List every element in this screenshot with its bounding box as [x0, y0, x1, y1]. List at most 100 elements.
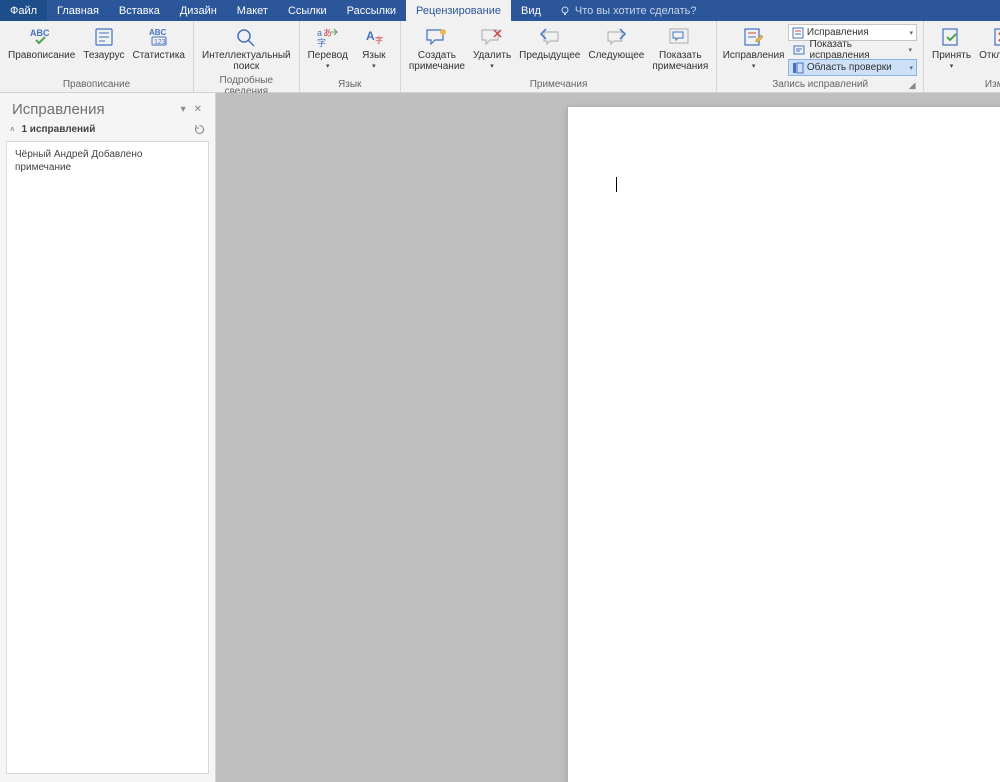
prev-comment-icon [534, 25, 566, 49]
group-tracking-label: Запись исправлений ◢ [721, 78, 919, 92]
group-insights: Интеллектуальный поиск Подробные сведени… [194, 21, 300, 92]
show-markup-button[interactable]: Показать исправления ▾ [788, 42, 917, 58]
chevron-down-icon: ▾ [910, 64, 914, 72]
delete-comment-label: Удалить [473, 50, 511, 61]
reject-icon [988, 25, 1000, 49]
thesaurus-icon [88, 25, 120, 49]
new-comment-button[interactable]: Создать примечание [405, 23, 469, 74]
svg-text:字: 字 [375, 35, 383, 45]
spelling-button[interactable]: ABC Правописание [4, 23, 79, 63]
accept-button[interactable]: Принять ▾ [928, 23, 975, 72]
tab-file[interactable]: Файл [0, 0, 47, 21]
svg-text:ABC: ABC [149, 28, 167, 37]
group-changes-label: Изменения [928, 78, 1000, 92]
tab-home[interactable]: Главная [47, 0, 109, 21]
group-comments: Создать примечание Удалить ▾ Предыдущее [401, 21, 717, 92]
chevron-down-icon: ▾ [910, 29, 914, 37]
ribbon-tabstrip: Файл Главная Вставка Дизайн Макет Ссылки… [0, 0, 1000, 21]
dropdown-arrow-icon: ▾ [752, 62, 756, 70]
revisions-pane-title: Исправления [12, 101, 105, 118]
tab-review[interactable]: Рецензирование [406, 0, 511, 21]
word-count-label: Статистика [132, 50, 185, 61]
tab-layout[interactable]: Макет [227, 0, 278, 21]
group-changes: Принять ▾ Отклонить ▾ Назад [924, 21, 1000, 92]
accept-label: Принять [932, 50, 971, 61]
group-tracking: Исправления ▾ Исправления ▾ [717, 21, 924, 92]
new-comment-icon [421, 25, 453, 49]
dropdown-arrow-icon: ▾ [326, 62, 330, 70]
revisions-count-label: 1 исправлений [21, 124, 95, 135]
next-comment-button[interactable]: Следующее [584, 23, 648, 63]
pane-menu-button[interactable]: ▾ [178, 103, 189, 116]
dropdown-arrow-icon: ▾ [372, 62, 376, 70]
dropdown-arrow-icon: ▾ [950, 62, 954, 70]
text-cursor [616, 177, 617, 192]
workspace: Исправления ▾ ✕ ˄ 1 исправлений Чёрный А… [0, 93, 1000, 782]
show-comments-label: Показать примечания [652, 50, 708, 72]
reject-button[interactable]: Отклонить ▾ [975, 23, 1000, 72]
track-changes-label: Исправления [723, 50, 785, 61]
svg-text:あ: あ [323, 28, 332, 38]
language-icon: A字 [358, 25, 390, 49]
tab-design[interactable]: Дизайн [170, 0, 227, 21]
language-label: Язык [362, 50, 385, 61]
reviewing-pane-label: Область проверки [807, 62, 892, 73]
tab-insert[interactable]: Вставка [109, 0, 170, 21]
show-markup-icon [793, 44, 806, 56]
next-comment-icon [600, 25, 632, 49]
show-comments-button[interactable]: Показать примечания [648, 23, 712, 74]
svg-text:ABC: ABC [30, 28, 50, 38]
document-area[interactable] [216, 93, 1000, 782]
tab-mailings[interactable]: Рассылки [337, 0, 406, 21]
spelling-label: Правописание [8, 50, 75, 61]
group-proofing: ABC Правописание Тезаурус ABC 123 Статист… [0, 21, 194, 92]
delete-comment-button[interactable]: Удалить ▾ [469, 23, 515, 72]
svg-text:a: a [317, 28, 322, 38]
smart-lookup-label: Интеллектуальный поиск [202, 50, 291, 72]
spelling-icon: ABC [26, 25, 58, 49]
chevron-down-icon: ▾ [909, 46, 913, 54]
tab-view[interactable]: Вид [511, 0, 551, 21]
track-changes-button[interactable]: Исправления ▾ [721, 23, 786, 72]
new-comment-label: Создать примечание [409, 50, 465, 72]
ribbon: ABC Правописание Тезаурус ABC 123 Статист… [0, 21, 1000, 93]
reviewing-pane-icon [792, 62, 804, 74]
group-proofing-label: Правописание [4, 78, 189, 92]
pane-close-button[interactable]: ✕ [191, 103, 205, 116]
translate-icon: aあ字 [312, 25, 344, 49]
markup-icon [792, 27, 804, 39]
prev-comment-label: Предыдущее [519, 50, 580, 61]
delete-comment-icon [476, 25, 508, 49]
group-language: aあ字 Перевод ▾ A字 Язык ▾ Язык [300, 21, 401, 92]
refresh-button[interactable] [194, 124, 205, 135]
lightbulb-icon [559, 5, 571, 17]
prev-comment-button[interactable]: Предыдущее [515, 23, 584, 63]
word-count-button[interactable]: ABC 123 Статистика [128, 23, 189, 63]
dialog-launcher-icon[interactable]: ◢ [907, 80, 917, 90]
show-comments-icon [664, 25, 696, 49]
document-page[interactable] [568, 107, 1000, 782]
thesaurus-button[interactable]: Тезаурус [79, 23, 128, 63]
tell-me-placeholder: Что вы хотите сделать? [575, 5, 697, 17]
dropdown-arrow-icon: ▾ [490, 62, 494, 70]
svg-text:123: 123 [154, 39, 166, 46]
smart-lookup-icon [230, 25, 262, 49]
reviewing-pane-button[interactable]: Область проверки ▾ [788, 59, 917, 76]
next-comment-label: Следующее [588, 50, 644, 61]
reject-label: Отклонить [979, 50, 1000, 61]
collapse-icon[interactable]: ˄ [10, 125, 15, 134]
accept-icon [936, 25, 968, 49]
revisions-pane: Исправления ▾ ✕ ˄ 1 исправлений Чёрный А… [0, 93, 216, 782]
smart-lookup-button[interactable]: Интеллектуальный поиск [198, 23, 295, 74]
svg-text:A: A [366, 29, 375, 43]
show-markup-label: Показать исправления [810, 39, 905, 61]
language-button[interactable]: A字 Язык ▾ [352, 23, 396, 72]
translate-label: Перевод [308, 50, 348, 61]
revision-item[interactable]: Чёрный Андрей Добавлено примечание [7, 142, 208, 180]
tell-me-search[interactable]: Что вы хотите сделать? [551, 0, 705, 21]
svg-text:字: 字 [317, 37, 326, 48]
word-count-icon: ABC 123 [143, 25, 175, 49]
translate-button[interactable]: aあ字 Перевод ▾ [304, 23, 352, 72]
tab-references[interactable]: Ссылки [278, 0, 337, 21]
display-for-review-value: Исправления [807, 27, 869, 38]
